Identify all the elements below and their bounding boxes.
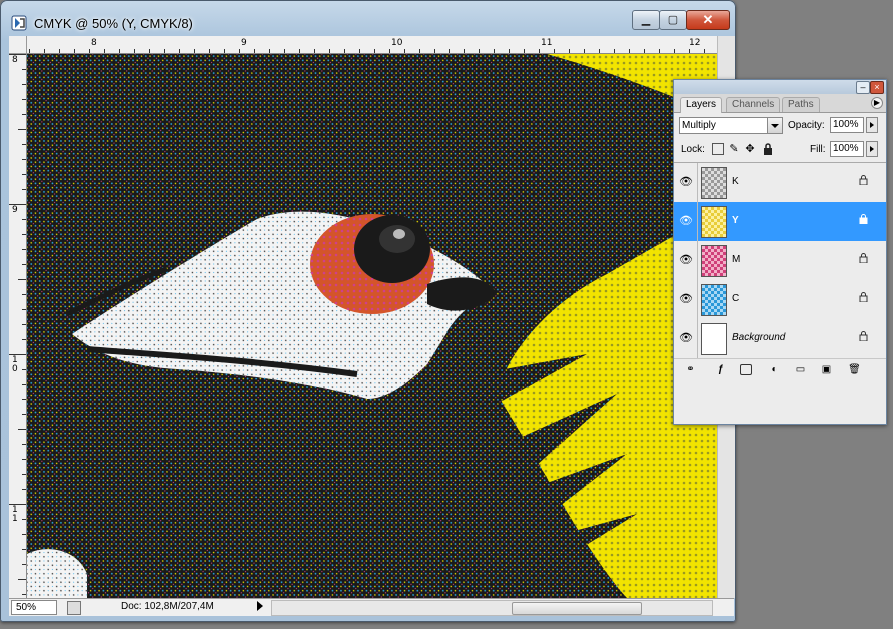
halftone-artwork <box>27 54 717 598</box>
lock-position-move-icon[interactable]: ✥ <box>744 143 756 155</box>
ruler-origin[interactable] <box>9 36 27 54</box>
eye-icon[interactable]: 👁 <box>679 332 693 344</box>
layer-name: M <box>732 254 741 265</box>
opacity-label: Opacity: <box>788 120 825 131</box>
panel-title-bar[interactable]: – × <box>674 80 886 94</box>
horizontal-ruler[interactable]: 8 9 10 11 12 <box>27 36 717 54</box>
layer-thumbnail <box>701 284 727 316</box>
lock-pixels-brush-icon[interactable]: ✎ <box>728 143 740 155</box>
layer-row-c[interactable]: 👁 C <box>674 280 886 320</box>
title-bar[interactable]: CMYK @ 50% (Y, CMYK/8) ▁ ▢ ✕ <box>0 0 736 34</box>
blend-mode-select[interactable]: Multiply <box>679 117 783 134</box>
eye-icon[interactable]: 👁 <box>679 215 693 227</box>
blend-row: Multiply Opacity: 100% <box>674 113 886 138</box>
eye-icon[interactable]: 👁 <box>679 176 693 188</box>
layer-name: Background <box>732 332 786 343</box>
status-info-icon[interactable] <box>67 601 81 615</box>
lock-label: Lock: <box>681 144 705 155</box>
horizontal-ruler-ticks <box>29 49 705 53</box>
layer-row-background[interactable]: 👁 Background <box>674 319 886 359</box>
fx-icon[interactable]: ƒ <box>714 364 727 375</box>
adjustment-icon[interactable]: ◐ <box>768 364 781 375</box>
layer-lock-icon <box>859 214 868 224</box>
status-menu-arrow-icon[interactable] <box>257 601 263 611</box>
tab-layers[interactable]: Layers <box>680 97 723 113</box>
eye-icon[interactable]: 👁 <box>679 254 693 266</box>
layer-thumbnail <box>701 323 727 355</box>
minimize-button[interactable]: ▁ <box>632 10 660 30</box>
layer-lock-icon <box>859 331 868 341</box>
horizontal-scrollbar[interactable] <box>271 600 713 616</box>
eye-icon[interactable]: 👁 <box>679 293 693 305</box>
ruler-label-12: 12 <box>689 38 701 48</box>
ruler-label-v-11: 1 1 <box>12 505 18 524</box>
document-size-info: Doc: 102,8M/207,4M <box>121 601 214 612</box>
chevron-down-icon[interactable] <box>767 118 782 133</box>
opacity-field[interactable]: 100% <box>830 117 864 133</box>
close-button[interactable]: ✕ <box>686 10 730 30</box>
panel-footer: ⚭ ƒ ◐ ▭ ▣ 🗑 <box>674 359 886 381</box>
vertical-ruler[interactable]: 8 9 1 0 1 1 <box>9 54 27 598</box>
maximize-icon: ▢ <box>667 14 679 26</box>
maximize-button[interactable]: ▢ <box>659 10 687 30</box>
tab-channels[interactable]: Channels <box>726 97 781 112</box>
new-layer-icon[interactable]: ▣ <box>820 364 833 375</box>
panel-minimize-button[interactable]: – <box>856 81 870 94</box>
document-window: CMYK @ 50% (Y, CMYK/8) ▁ ▢ ✕ 8 9 10 11 1… <box>0 0 736 622</box>
trash-icon[interactable]: 🗑 <box>848 364 861 375</box>
panel-menu-icon[interactable]: ▶ <box>871 97 883 109</box>
layers-panel: – × Layers Channels Paths ▶ Multiply Opa… <box>673 79 887 425</box>
layer-lock-icon <box>859 292 868 302</box>
ruler-label-11: 11 <box>541 38 553 48</box>
lock-all-icon[interactable] <box>762 143 774 155</box>
image-canvas[interactable] <box>27 54 717 598</box>
ruler-label-v-8: 8 <box>12 55 18 65</box>
layer-row-m[interactable]: 👁 M <box>674 241 886 281</box>
ruler-label-v-9: 9 <box>12 205 18 215</box>
ruler-label-10: 10 <box>391 38 403 48</box>
group-icon[interactable]: ▭ <box>794 364 807 375</box>
ruler-label-8: 8 <box>91 38 97 48</box>
layer-thumbnail <box>701 245 727 277</box>
layer-thumbnail <box>701 167 727 199</box>
layer-lock-icon <box>859 253 868 263</box>
fill-field[interactable]: 100% <box>830 141 864 157</box>
close-icon: ✕ <box>702 12 714 27</box>
panel-close-button[interactable]: × <box>870 81 884 94</box>
minimize-icon: ▁ <box>641 14 651 26</box>
layers-list: 👁 K 👁 Y 👁 M 👁 C 👁 Background <box>674 163 886 359</box>
layer-name: C <box>732 293 740 304</box>
mask-icon[interactable] <box>740 364 752 375</box>
layer-name: Y <box>732 215 739 226</box>
lock-transparency-icon[interactable] <box>712 143 724 155</box>
blend-mode-value: Multiply <box>682 120 716 131</box>
panel-tabs: Layers Channels Paths ▶ <box>674 94 886 113</box>
layer-lock-icon <box>859 175 868 185</box>
ruler-label-9: 9 <box>241 38 247 48</box>
ruler-label-v-10: 1 0 <box>12 355 18 374</box>
fill-slider-button[interactable] <box>866 141 878 157</box>
layer-name: K <box>732 176 739 187</box>
status-bar: 50% Doc: 102,8M/207,4M <box>9 598 734 616</box>
layer-row-y[interactable]: 👁 Y <box>674 202 886 242</box>
tab-paths[interactable]: Paths <box>782 97 820 112</box>
horizontal-scroll-thumb[interactable] <box>512 602 642 615</box>
lock-row: Lock: ✎ ✥ Fill: 100% <box>674 138 886 163</box>
window-title: CMYK @ 50% (Y, CMYK/8) <box>34 16 193 31</box>
fill-label: Fill: <box>810 144 826 155</box>
layer-thumbnail <box>701 206 727 238</box>
photoshop-app-icon <box>11 15 27 31</box>
opacity-slider-button[interactable] <box>866 117 878 133</box>
layer-row-k[interactable]: 👁 K <box>674 163 886 203</box>
zoom-level-field[interactable]: 50% <box>11 600 57 615</box>
link-icon[interactable]: ⚭ <box>684 364 697 375</box>
